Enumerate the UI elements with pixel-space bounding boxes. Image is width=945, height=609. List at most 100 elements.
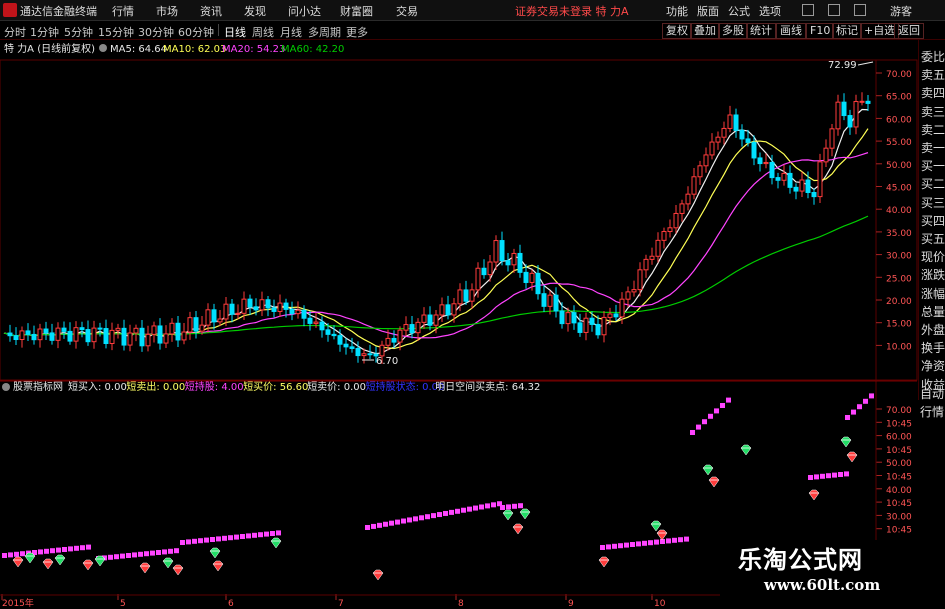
signal-diamond [172, 564, 184, 576]
period-intraday[interactable]: 分时 [4, 24, 26, 40]
candle-body [349, 346, 355, 349]
candle-body [415, 321, 421, 334]
x-tick-label: 6 [228, 599, 234, 609]
hold-step [449, 509, 454, 515]
candle-body [847, 115, 853, 128]
menu-wealth[interactable]: 财富圈 [340, 3, 373, 19]
menu-news[interactable]: 资讯 [200, 3, 222, 19]
price-tick-label: 30.00 [886, 252, 912, 262]
tool-stats[interactable]: 统计 [746, 23, 776, 39]
tool-restore-rights[interactable]: 复权 [662, 23, 692, 39]
legend-ma20: MA20: 54.23 [222, 44, 285, 55]
hold-step [857, 404, 862, 410]
signal-diamond [502, 509, 514, 521]
period-multi[interactable]: 多周期 [308, 24, 341, 40]
signal-diamond [740, 444, 752, 456]
candle-body [493, 240, 499, 263]
menu-layout[interactable]: 版面 [697, 3, 719, 19]
period-monthly[interactable]: 月线 [280, 24, 302, 40]
candle-body [79, 327, 85, 331]
candle-body [775, 177, 781, 181]
candle-body [565, 312, 571, 325]
hold-step [44, 548, 49, 554]
maximize-icon[interactable] [828, 4, 840, 16]
menu-discover[interactable]: 发现 [244, 3, 266, 19]
candle-body [55, 327, 61, 341]
quote-field-label: 卖二 [921, 122, 945, 137]
hold-step [473, 505, 478, 511]
settings-icon[interactable] [99, 44, 107, 52]
candle-body [73, 327, 79, 342]
candle-body [817, 161, 823, 198]
candle-body [463, 289, 469, 302]
quote-field-label: 换手 [921, 341, 945, 356]
tool-multi-stock[interactable]: 多股 [718, 23, 748, 39]
menu-trade[interactable]: 交易 [396, 3, 418, 19]
signal-diamond [94, 555, 106, 567]
hold-step [114, 554, 119, 560]
candle-body [619, 298, 625, 318]
period-daily[interactable]: 日线 [224, 24, 246, 40]
period-15min[interactable]: 15分钟 [98, 24, 134, 40]
tool-mark[interactable]: 标记 [832, 23, 862, 39]
tool-overlay[interactable]: 叠加 [690, 23, 720, 39]
kline-chart[interactable]: 70.00 65.00 60.00 55.00 50.00 45.00 40.00 35.00… [0, 40, 945, 609]
hold-step [630, 542, 635, 547]
hold-step [690, 430, 695, 435]
candle-body [523, 271, 529, 283]
period-1min[interactable]: 1分钟 [30, 24, 59, 40]
auto-quote-label[interactable]: 行情 [920, 403, 944, 420]
candle-body [361, 353, 367, 357]
candle-body [391, 337, 397, 343]
x-tick-label: 9 [568, 599, 574, 609]
candle-body [787, 172, 793, 188]
menu-function[interactable]: 功能 [666, 3, 688, 19]
menu-quotes[interactable]: 行情 [112, 3, 134, 19]
quote-field-label: 买二 [921, 177, 945, 192]
menu-ask[interactable]: 问小达 [288, 3, 321, 19]
candle-body [403, 324, 409, 331]
menu-options[interactable]: 选项 [759, 3, 781, 19]
user-guest[interactable]: 游客 [890, 3, 912, 19]
app-logo-icon [3, 3, 17, 17]
tool-draw[interactable]: 画线 [776, 23, 806, 39]
candle-body [637, 269, 643, 291]
candle-body [169, 322, 175, 335]
menu-market[interactable]: 市场 [156, 3, 178, 19]
sub-tick-label: 10:45 [886, 473, 912, 483]
period-weekly[interactable]: 周线 [252, 24, 274, 40]
candle-body [541, 293, 547, 307]
quote-field-label: 现价 [921, 250, 945, 265]
minimize-icon[interactable] [802, 4, 814, 16]
menu-formula[interactable]: 公式 [728, 3, 750, 19]
candle-body [727, 114, 733, 129]
signal-diamond [24, 552, 36, 564]
candle-body [127, 332, 133, 346]
candle-body [91, 327, 97, 343]
candle-body [757, 157, 763, 165]
period-more[interactable]: 更多 [346, 24, 368, 40]
candle-body [559, 310, 565, 325]
sub-tick-label: 30.00 [886, 512, 912, 522]
period-30min[interactable]: 30分钟 [138, 24, 174, 40]
candle-body [751, 141, 757, 159]
tool-f10[interactable]: F10 [806, 23, 835, 39]
indicator-settings-icon[interactable] [2, 383, 10, 391]
period-60min[interactable]: 60分钟 [178, 24, 214, 40]
period-5min[interactable]: 5分钟 [64, 24, 93, 40]
indicator-legend-item: 明日空间买卖点: 64.32 [435, 380, 540, 393]
candle-body [829, 128, 835, 149]
tool-back[interactable]: 返回 [894, 23, 924, 39]
candle-body [721, 127, 727, 138]
hold-step [443, 510, 448, 516]
hold-step [845, 415, 850, 420]
auto-quote-label[interactable]: 自动 [920, 385, 944, 402]
hold-step [276, 530, 281, 536]
signal-diamond [519, 508, 531, 520]
indicator-name: 股票指标网 [13, 380, 63, 393]
hold-step [56, 547, 61, 553]
candle-body [583, 317, 589, 333]
candle-body [409, 324, 415, 334]
close-icon[interactable] [854, 4, 866, 16]
hold-step [696, 424, 701, 430]
